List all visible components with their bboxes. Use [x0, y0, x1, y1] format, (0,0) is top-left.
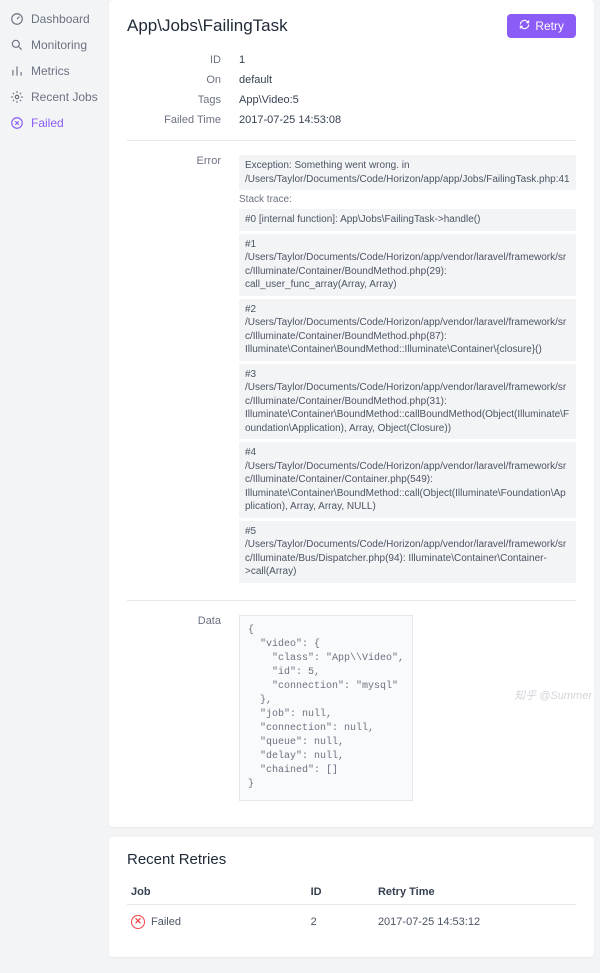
col-time: Retry Time [374, 880, 576, 905]
col-id: ID [307, 880, 374, 905]
retries-table: Job ID Retry Time ✕ Failed 22017-07-25 14:… [127, 880, 576, 939]
fail-icon: ✕ [131, 915, 145, 929]
sidebar-item-label: Failed [31, 116, 64, 130]
retry-id[interactable]: 2 [307, 904, 374, 939]
error-block: Exception: Something went wrong. in /Use… [239, 155, 576, 586]
page-title: App\Jobs\FailingTask [127, 16, 288, 36]
gauge-icon [10, 12, 24, 26]
col-job: Job [127, 880, 307, 905]
on-label: On [127, 74, 239, 86]
retry-button-label: Retry [535, 19, 564, 33]
main-content: App\Jobs\FailingTask Retry ID 1 On defau… [109, 0, 600, 973]
retry-button[interactable]: Retry [507, 14, 576, 38]
circle-x-icon [10, 116, 24, 130]
failed-time-value: 2017-07-25 14:53:08 [239, 114, 576, 126]
stack-trace-label: Stack trace: [239, 194, 576, 205]
sidebar-item-label: Dashboard [31, 12, 90, 26]
id-value: 1 [239, 54, 576, 66]
stack-frame: #3 /Users/Taylor/Documents/Code/Horizon/… [239, 364, 576, 440]
sidebar-item-label: Metrics [31, 64, 70, 78]
stack-frame: #1 /Users/Taylor/Documents/Code/Horizon/… [239, 234, 576, 296]
sidebar-item-dashboard[interactable]: Dashboard [0, 6, 109, 32]
tags-label: Tags [127, 94, 239, 106]
sidebar-item-failed[interactable]: Failed [0, 110, 109, 136]
recent-retries-card: Recent Retries Job ID Retry Time ✕ Failed… [109, 837, 594, 957]
sidebar-item-metrics[interactable]: Metrics [0, 58, 109, 84]
sidebar-item-monitoring[interactable]: Monitoring [0, 32, 109, 58]
error-label: Error [127, 155, 239, 586]
table-row[interactable]: ✕ Failed 22017-07-25 14:53:12 [127, 904, 576, 939]
stack-frame: #4 /Users/Taylor/Documents/Code/Horizon/… [239, 442, 576, 518]
data-json: { "video": { "class": "App\\Video", "id"… [239, 615, 413, 801]
exception-text: Exception: Something went wrong. in /Use… [239, 155, 576, 190]
retry-status: Failed [151, 916, 181, 928]
retry-time: 2017-07-25 14:53:12 [374, 904, 576, 939]
refresh-icon [519, 19, 530, 33]
sidebar-item-recent-jobs[interactable]: Recent Jobs [0, 84, 109, 110]
stack-frame: #0 [internal function]: App\Jobs\Failing… [239, 209, 576, 231]
gear-icon [10, 90, 24, 104]
failed-time-label: Failed Time [127, 114, 239, 126]
tags-value: App\Video:5 [239, 94, 576, 106]
stack-frame: #5 /Users/Taylor/Documents/Code/Horizon/… [239, 521, 576, 583]
search-icon [10, 38, 24, 52]
sidebar-item-label: Recent Jobs [31, 90, 98, 104]
sidebar: Dashboard Monitoring Metrics Recent Jobs… [0, 0, 109, 973]
stack-frame: #2 /Users/Taylor/Documents/Code/Horizon/… [239, 299, 576, 361]
watermark: 知乎 @Summer [514, 687, 592, 703]
id-label: ID [127, 54, 239, 66]
on-value: default [239, 74, 576, 86]
bars-icon [10, 64, 24, 78]
data-label: Data [127, 615, 239, 801]
sidebar-item-label: Monitoring [31, 38, 87, 52]
recent-retries-title: Recent Retries [127, 851, 576, 868]
